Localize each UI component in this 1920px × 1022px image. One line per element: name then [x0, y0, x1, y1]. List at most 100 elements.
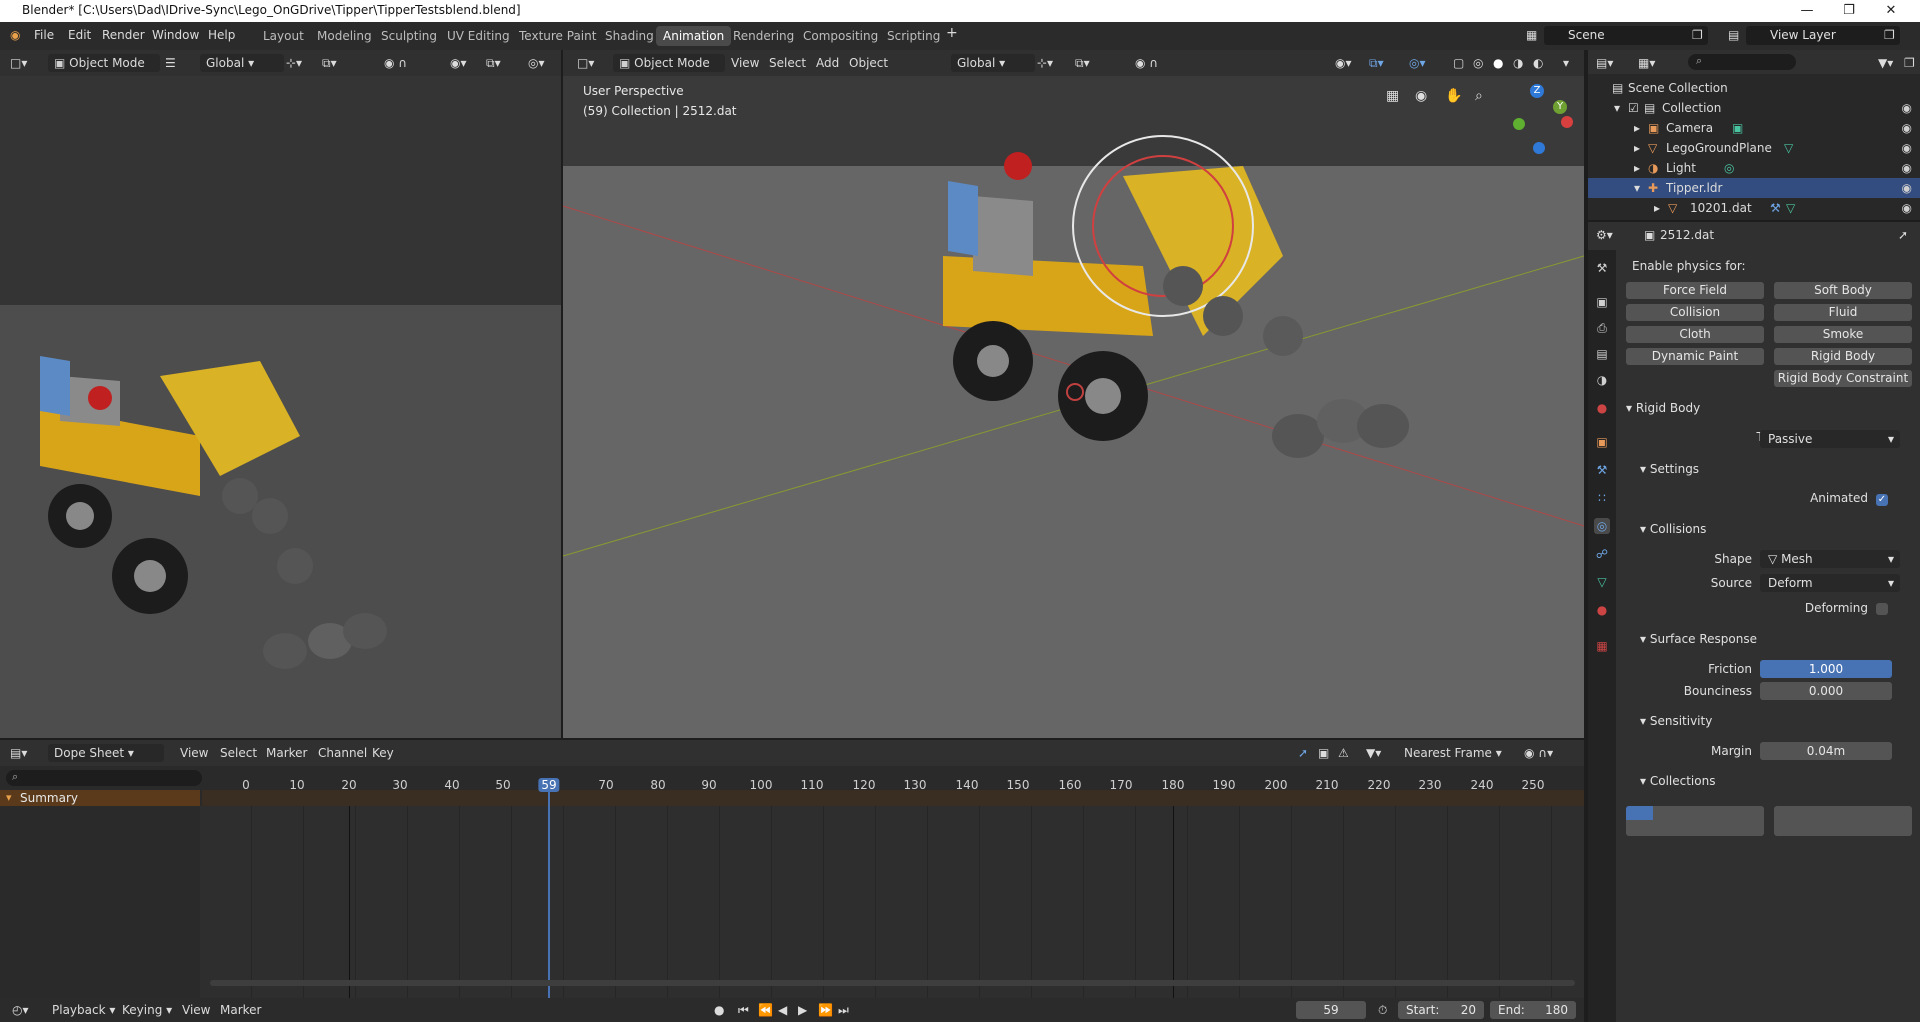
expand-arrow-icon[interactable]: ▾ [1614, 98, 1620, 118]
proportional-edit-icon[interactable]: ◉ ∩ [384, 54, 407, 72]
errors-icon[interactable]: ⚠ [1338, 744, 1349, 762]
mode-dropdown[interactable]: ▣ Object Mode ▾ [48, 54, 160, 88]
menu-object[interactable]: Object [849, 54, 888, 72]
gizmo-icon[interactable]: ⧉▾ [486, 54, 501, 72]
expand-arrow-icon[interactable]: ▾ [1634, 178, 1640, 198]
menu-icon[interactable]: ☰ [165, 54, 176, 72]
close-icon[interactable]: ✕ [1868, 0, 1914, 22]
checkbox-icon[interactable]: ☑ [1628, 98, 1639, 118]
data-tab-icon[interactable]: ▽ [1594, 574, 1610, 590]
collections-section[interactable]: ▾ Collections [1640, 774, 1715, 788]
new-collection-icon[interactable]: ❐ [1904, 54, 1915, 72]
camera-viewport[interactable] [0, 76, 561, 738]
rigid-body-button[interactable]: Rigid Body [1774, 348, 1912, 365]
scene-tab-icon[interactable]: ◑ [1594, 372, 1610, 388]
dope-editor-type-icon[interactable]: ▤▾ [10, 744, 27, 762]
menu-select[interactable]: Select [769, 54, 806, 72]
timeline-view-menu[interactable]: View [182, 1001, 210, 1019]
material-shading-icon[interactable]: ◑ [1513, 54, 1523, 72]
play-icon[interactable]: ▶ [798, 1001, 807, 1019]
eye-icon[interactable]: ◉ [1902, 138, 1912, 158]
cloth-button[interactable]: Cloth [1626, 326, 1764, 343]
settings-section[interactable]: ▾ Settings [1640, 462, 1699, 476]
start-frame-field[interactable]: Start: 20 [1398, 1001, 1484, 1019]
scene-selector[interactable]: Scene [1544, 26, 1708, 45]
axis-y-label[interactable]: Y [1553, 100, 1567, 114]
menu-window[interactable]: Window [152, 28, 199, 42]
outliner-row-10201[interactable]: ▸ ▽ 10201.dat ⚒ ▽ ◉ [1588, 198, 1920, 218]
material-tab-icon[interactable]: ● [1594, 602, 1610, 618]
axis-gizmo[interactable]: Z Y [1513, 84, 1573, 154]
shape-dropdown[interactable]: ▽ Mesh ▾ [1760, 550, 1900, 568]
collisions-section[interactable]: ▾ Collisions [1640, 522, 1706, 536]
grid-view-icon[interactable]: ▦ [1386, 88, 1399, 104]
minimize-icon[interactable]: — [1784, 0, 1830, 22]
playback-menu[interactable]: Playback ▾ [52, 1001, 115, 1019]
copy-icon[interactable]: ❐ [1692, 28, 1703, 42]
visibility-icon[interactable]: ◉▾ [450, 54, 467, 72]
stopwatch-icon[interactable]: ⏱ [1378, 1001, 1387, 1019]
hidden-icon[interactable]: ▣ [1318, 744, 1329, 762]
dope-menu-select[interactable]: Select [220, 744, 257, 762]
view-layer-selector[interactable]: View Layer [1746, 26, 1900, 45]
overlay-icon[interactable]: ◎▾ [528, 54, 545, 72]
bounciness-field[interactable]: 0.000 [1760, 682, 1892, 700]
rigid-body-section[interactable]: ▾ Rigid Body [1626, 401, 1700, 415]
margin-field[interactable]: 0.04m [1760, 742, 1892, 760]
keying-menu[interactable]: Keying ▾ [122, 1001, 172, 1019]
snap-mode-dropdown[interactable]: Nearest Frame ▾ [1404, 744, 1502, 762]
smoke-button[interactable]: Smoke [1774, 326, 1912, 343]
dope-menu-view[interactable]: View [180, 744, 208, 762]
zoom-icon[interactable]: ⌕ [1475, 88, 1483, 104]
force-field-button[interactable]: Force Field [1626, 282, 1764, 299]
particles-tab-icon[interactable]: ∷ [1594, 490, 1610, 506]
pivot-icon[interactable]: ⊹▾ [286, 54, 302, 72]
modifier-tab-icon[interactable]: ⚒ [1594, 462, 1610, 478]
xray-icon[interactable]: ▢ [1453, 54, 1464, 72]
playhead-line[interactable] [548, 778, 550, 998]
expand-arrow-icon[interactable]: ▸ [1634, 158, 1640, 178]
orientation-dropdown[interactable]: Global ▾ [200, 54, 284, 72]
menu-file[interactable]: File [34, 28, 54, 42]
source-dropdown[interactable]: Deform ▾ [1760, 574, 1900, 592]
current-frame-tick[interactable]: 59 [538, 778, 560, 792]
output-tab-icon[interactable]: ⎙ [1594, 320, 1610, 336]
visibility-icon-main[interactable]: ◉▾ [1335, 54, 1352, 72]
pan-hand-icon[interactable]: ✋ [1445, 88, 1462, 104]
current-frame-field[interactable]: 59 [1296, 1001, 1366, 1019]
add-workspace-icon[interactable]: + [946, 25, 958, 41]
eye-icon[interactable]: ◉ [1902, 98, 1912, 118]
expand-arrow-icon[interactable]: ▸ [1634, 138, 1640, 158]
menu-view[interactable]: View [731, 54, 759, 72]
expand-arrow-icon[interactable]: ▸ [1634, 118, 1640, 138]
render-tab-icon[interactable]: ▣ [1594, 294, 1610, 310]
copy-icon-2[interactable]: ❐ [1884, 28, 1895, 42]
axis-neg-y-dot[interactable] [1513, 118, 1525, 130]
mode-dropdown-main[interactable]: ▣ Object Mode ▾ [613, 54, 725, 88]
menu-edit[interactable]: Edit [68, 28, 91, 42]
axis-x-dot[interactable] [1561, 116, 1573, 128]
tab-compositing[interactable]: Compositing [796, 26, 885, 46]
solid-shading-icon[interactable]: ● [1493, 54, 1503, 72]
display-mode-icon[interactable]: ▦▾ [1638, 54, 1655, 72]
gizmo-icon-main[interactable]: ⧉▾ [1369, 54, 1384, 72]
prev-keyframe-icon[interactable]: ⏪ [758, 1001, 773, 1019]
tab-sculpting[interactable]: Sculpting [374, 26, 444, 46]
eye-icon[interactable]: ◉ [1902, 178, 1912, 198]
outliner-row-scene-collection[interactable]: ▤ Scene Collection [1588, 78, 1920, 98]
collections-grid[interactable] [1626, 806, 1912, 836]
summary-expand-icon[interactable]: ▾ [6, 791, 12, 804]
rendered-shading-icon[interactable]: ◐ [1533, 54, 1543, 72]
pivot-icon-main[interactable]: ⊹▾ [1037, 54, 1053, 72]
outliner-row-legogroundplane[interactable]: ▸ ▽ LegoGroundPlane ▽ ◉ [1588, 138, 1920, 158]
jump-start-icon[interactable]: ⏮ [738, 1001, 749, 1019]
shading-options-icon[interactable]: ▾ [1563, 54, 1569, 72]
editor-type-icon[interactable]: □▾ [10, 54, 27, 72]
jump-end-icon[interactable]: ⏭ [838, 1001, 849, 1019]
collection-layer-1[interactable] [1626, 806, 1653, 820]
camera-view-icon[interactable]: ◉ [1415, 88, 1427, 104]
dope-menu-key[interactable]: Key [372, 744, 394, 762]
tab-texture-paint[interactable]: Texture Paint [512, 26, 603, 46]
outliner-row-camera[interactable]: ▸ ▣ Camera ▣ ◉ [1588, 118, 1920, 138]
texture-tab-icon[interactable]: ▦ [1594, 638, 1610, 654]
